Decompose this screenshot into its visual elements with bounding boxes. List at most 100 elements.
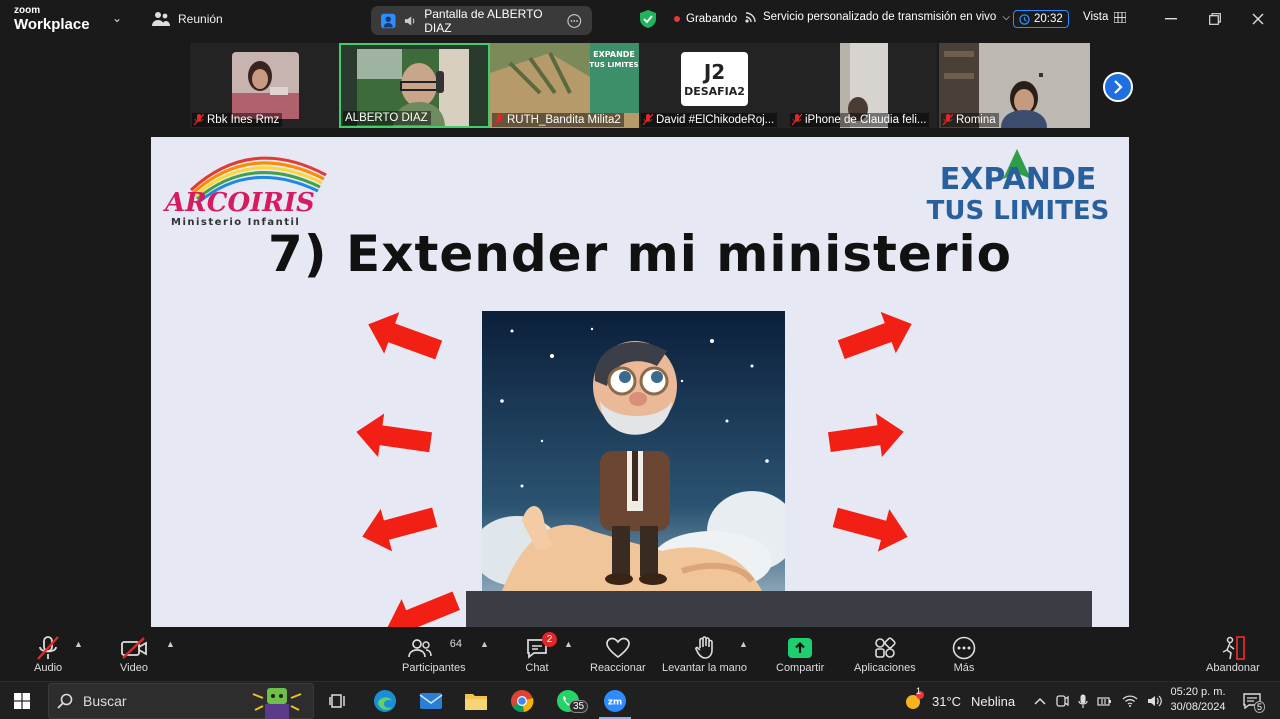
more-label: Más (953, 662, 975, 674)
file-explorer-button[interactable] (460, 686, 492, 716)
audio-options-caret-icon[interactable]: ▲ (74, 639, 83, 649)
recording-label: Grabando (686, 13, 738, 25)
participant-tile[interactable]: J2 DESAFIA2 David #ElChikodeRoj... (639, 43, 788, 128)
expande-tus-limites-logo: EXPANDE TUS LIMITES (927, 149, 1110, 225)
edge-browser-button[interactable] (369, 686, 401, 716)
task-view-icon (329, 694, 345, 708)
participant-tile-active-speaker[interactable]: ALBERTO DIAZ (339, 43, 490, 128)
next-participants-button[interactable] (1103, 72, 1133, 102)
participants-options-caret-icon[interactable]: ▲ (480, 639, 489, 649)
participant-name-label: Rbk Ines Rmz (192, 113, 283, 127)
red-arrow-icon (837, 311, 912, 360)
red-arrow-icon (356, 413, 433, 458)
react-button[interactable]: Reaccionar (590, 634, 646, 674)
more-options-icon (952, 636, 976, 660)
recording-indicator[interactable]: Grabando (674, 13, 737, 25)
chat-options-caret-icon[interactable]: ▲ (564, 639, 573, 649)
search-highlight-icon (252, 688, 302, 719)
participant-strip: Rbk Ines Rmz ALBERTO DIAZ EXPANDE TUS LI… (190, 43, 1090, 129)
slide-bottom-bar (466, 591, 1092, 627)
notifications-button[interactable]: 5 (1236, 686, 1268, 716)
weather-sun-icon (906, 691, 924, 709)
chrome-icon (511, 690, 534, 713)
search-icon (57, 693, 73, 709)
logo-zoom-text: zoom (14, 5, 41, 16)
reactions-options-caret-icon[interactable]: ▲ (739, 639, 748, 649)
slide-title: 7) Extender mi ministerio (268, 225, 1012, 283)
system-tray (1034, 682, 1163, 719)
expande-line1-text: EXPANDE (940, 162, 1097, 197)
heart-icon (605, 637, 630, 659)
meet-now-icon[interactable] (1055, 694, 1069, 708)
grid-view-icon (1114, 11, 1127, 23)
audio-button[interactable]: Audio (34, 634, 62, 674)
mic-muted-icon (943, 114, 953, 126)
participant-tile[interactable]: EXPANDE TUS LIMITES RUTH_Bandita Milita2 (490, 43, 639, 128)
wifi-icon[interactable] (1122, 695, 1138, 707)
expande-line2-text: TUS LIMITES (927, 196, 1110, 225)
live-stream-indicator[interactable]: Servicio personalizado de transmisión en… (745, 11, 1010, 23)
participant-name-label: David #ElChikodeRoj... (641, 113, 778, 127)
chevron-down-icon[interactable]: ⌵ (1002, 12, 1010, 23)
participants-icon (407, 639, 432, 658)
participant-name: Rbk Ines Rmz (207, 114, 280, 126)
minimize-button[interactable] (1160, 9, 1182, 29)
mic-muted-icon (194, 114, 204, 126)
encryption-shield-icon[interactable] (640, 10, 656, 28)
more-options-icon[interactable] (567, 13, 582, 29)
microphone-icon[interactable] (1078, 694, 1088, 708)
apps-button[interactable]: Aplicaciones (854, 634, 916, 674)
participant-name: Romina (956, 114, 996, 126)
zoom-app-button[interactable]: zm (599, 686, 631, 716)
view-button[interactable]: Vista (1083, 11, 1127, 23)
windows-start-button[interactable] (6, 686, 38, 716)
screen-share-indicator[interactable]: Pantalla de ALBERTO DIAZ (371, 6, 592, 35)
svg-text:TUS LIMITES: TUS LIMITES (589, 61, 638, 69)
chevron-down-icon[interactable]: ⌄ (112, 11, 122, 25)
logo-workplace-text: Workplace (14, 16, 90, 33)
whatsapp-button[interactable]: 35 (552, 686, 589, 716)
participant-name: David #ElChikodeRoj... (656, 114, 775, 126)
participant-tile[interactable]: iPhone de Claudia feli... (788, 43, 937, 128)
taskbar-clock[interactable]: 05:20 p. m. 30/08/2024 (1166, 685, 1230, 715)
chevron-up-icon[interactable] (1034, 697, 1046, 705)
taskbar-search-box[interactable]: Buscar (48, 683, 314, 719)
apps-label: Aplicaciones (854, 662, 916, 674)
more-button[interactable]: Más (952, 634, 976, 674)
mail-button[interactable] (415, 686, 447, 716)
windows-taskbar: Buscar 35 zm 1 31°C Neblina 05:20 p. m. … (0, 681, 1280, 719)
video-off-icon (121, 637, 147, 659)
participants-label: Participantes (402, 662, 466, 674)
zoom-workplace-logo[interactable]: zoom Workplace (14, 5, 90, 33)
broadcast-icon (745, 12, 756, 23)
close-button[interactable] (1247, 9, 1269, 29)
raise-hand-button[interactable]: Levantar la mano (662, 634, 747, 674)
weather-widget[interactable]: 1 31°C Neblina (903, 682, 1015, 719)
mail-icon (419, 693, 443, 709)
participants-count: 64 (449, 638, 463, 650)
clock-date: 30/08/2024 (1170, 701, 1226, 713)
illustration-drawing (482, 311, 785, 591)
meeting-info-button[interactable]: Reunión (152, 11, 223, 27)
view-label: Vista (1083, 11, 1109, 23)
video-label: Video (120, 662, 148, 674)
mic-muted-icon (494, 114, 504, 126)
battery-plug-icon[interactable] (1097, 695, 1113, 707)
notification-count-badge: 5 (1254, 701, 1266, 713)
share-screen-button[interactable]: Compartir (776, 634, 824, 674)
participants-button[interactable]: 64 Participantes (402, 634, 466, 674)
participant-name-label: iPhone de Claudia feli... (790, 113, 930, 127)
video-options-caret-icon[interactable]: ▲ (166, 639, 175, 649)
leave-meeting-button[interactable]: Abandonar (1206, 634, 1260, 674)
meeting-timer[interactable]: 20:32 (1013, 10, 1069, 28)
restore-button[interactable] (1204, 9, 1226, 29)
mic-muted-icon (643, 114, 653, 126)
participant-tile[interactable]: Romina (939, 43, 1090, 128)
participant-tile[interactable]: Rbk Ines Rmz (190, 43, 339, 128)
participant-name: ALBERTO DIAZ (345, 112, 428, 124)
video-button[interactable]: Video (120, 634, 148, 674)
chrome-button[interactable] (506, 686, 538, 716)
volume-icon[interactable] (1147, 694, 1163, 708)
chat-button[interactable]: 2 Chat (525, 632, 557, 674)
task-view-button[interactable] (322, 686, 354, 716)
